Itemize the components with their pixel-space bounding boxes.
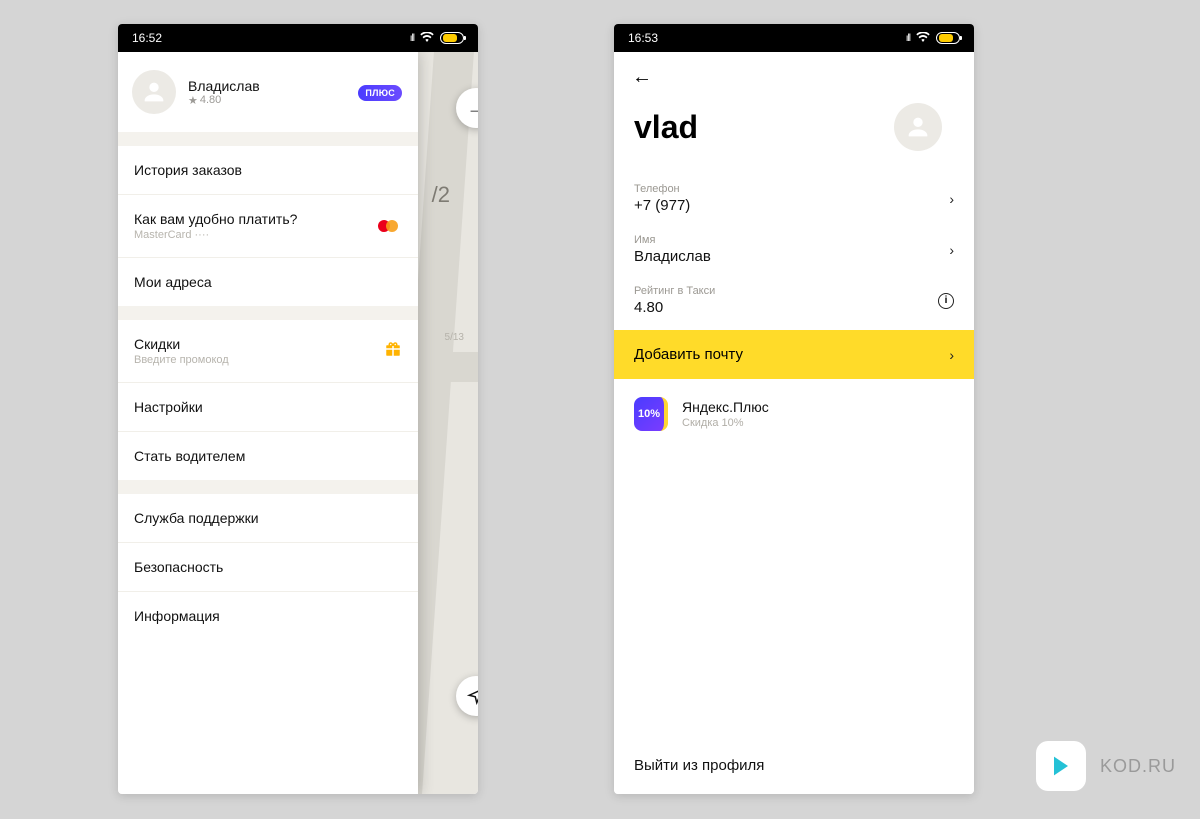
field-phone[interactable]: Телефон +7 (977) › xyxy=(614,173,974,224)
wifi-icon xyxy=(420,31,434,45)
status-time: 16:53 xyxy=(628,31,658,45)
menu-item-history[interactable]: История заказов xyxy=(118,146,418,194)
chevron-right-icon: › xyxy=(949,242,954,258)
back-button[interactable]: ← xyxy=(632,66,652,88)
wifi-icon xyxy=(916,31,930,45)
chevron-right-icon: › xyxy=(949,347,954,363)
plus-badge[interactable]: ПЛЮС xyxy=(358,83,402,101)
battery-icon xyxy=(440,32,464,44)
menu-item-payment[interactable]: Как вам удобно платить? MasterCard ···· xyxy=(118,194,418,257)
gift-icon xyxy=(384,340,402,363)
field-rating[interactable]: Рейтинг в Такси 4.80 i xyxy=(614,275,974,326)
menu-item-info[interactable]: Информация xyxy=(118,591,418,640)
profile-page: ← vlad Телефон +7 (977) › Имя Владислав … xyxy=(614,52,974,794)
menu-item-discounts[interactable]: Скидки Введите промокод xyxy=(118,320,418,382)
watermark: KOD.RU xyxy=(1036,741,1176,791)
status-time: 16:52 xyxy=(132,31,162,45)
info-icon[interactable]: i xyxy=(938,293,954,309)
plus-percent-icon: 10% xyxy=(634,397,668,431)
yandex-plus-row[interactable]: 10% Яндекс.Плюс Скидка 10% xyxy=(614,379,974,449)
watermark-icon xyxy=(1036,741,1086,791)
status-bar: 16:53 ıll xyxy=(614,24,974,52)
menu-item-driver[interactable]: Стать водителем xyxy=(118,431,418,480)
phone-screen-profile: 16:53 ıll ← vlad Телефон +7 (977) › xyxy=(614,24,974,794)
profile-name: Владислав xyxy=(188,78,358,94)
avatar-icon[interactable] xyxy=(894,103,942,151)
battery-icon xyxy=(936,32,960,44)
drawer-profile[interactable]: Владислав ★ 4.80 ПЛЮС xyxy=(118,52,418,132)
mastercard-icon xyxy=(376,217,402,235)
menu-item-support[interactable]: Служба поддержки xyxy=(118,494,418,542)
logout-button[interactable]: Выйти из профиля xyxy=(614,737,974,794)
menu-item-settings[interactable]: Настройки xyxy=(118,382,418,431)
status-bar: 16:52 ıll xyxy=(118,24,478,52)
side-drawer: Владислав ★ 4.80 ПЛЮС История заказов Ка… xyxy=(118,52,418,794)
add-email-button[interactable]: Добавить почту › xyxy=(614,330,974,379)
field-name[interactable]: Имя Владислав › xyxy=(614,224,974,275)
signal-icon: ıll xyxy=(906,33,910,44)
phone-screen-menu: 16:52 ıll /2 5/13 Владислав ★ 4.80 ПЛЮС xyxy=(118,24,478,794)
signal-icon: ıll xyxy=(410,33,414,44)
menu-item-addresses[interactable]: Мои адреса xyxy=(118,257,418,306)
chevron-right-icon: › xyxy=(949,191,954,207)
avatar-icon xyxy=(132,70,176,114)
menu-item-security[interactable]: Безопасность xyxy=(118,542,418,591)
page-title: vlad xyxy=(634,109,698,146)
profile-rating: ★ 4.80 xyxy=(188,94,358,107)
